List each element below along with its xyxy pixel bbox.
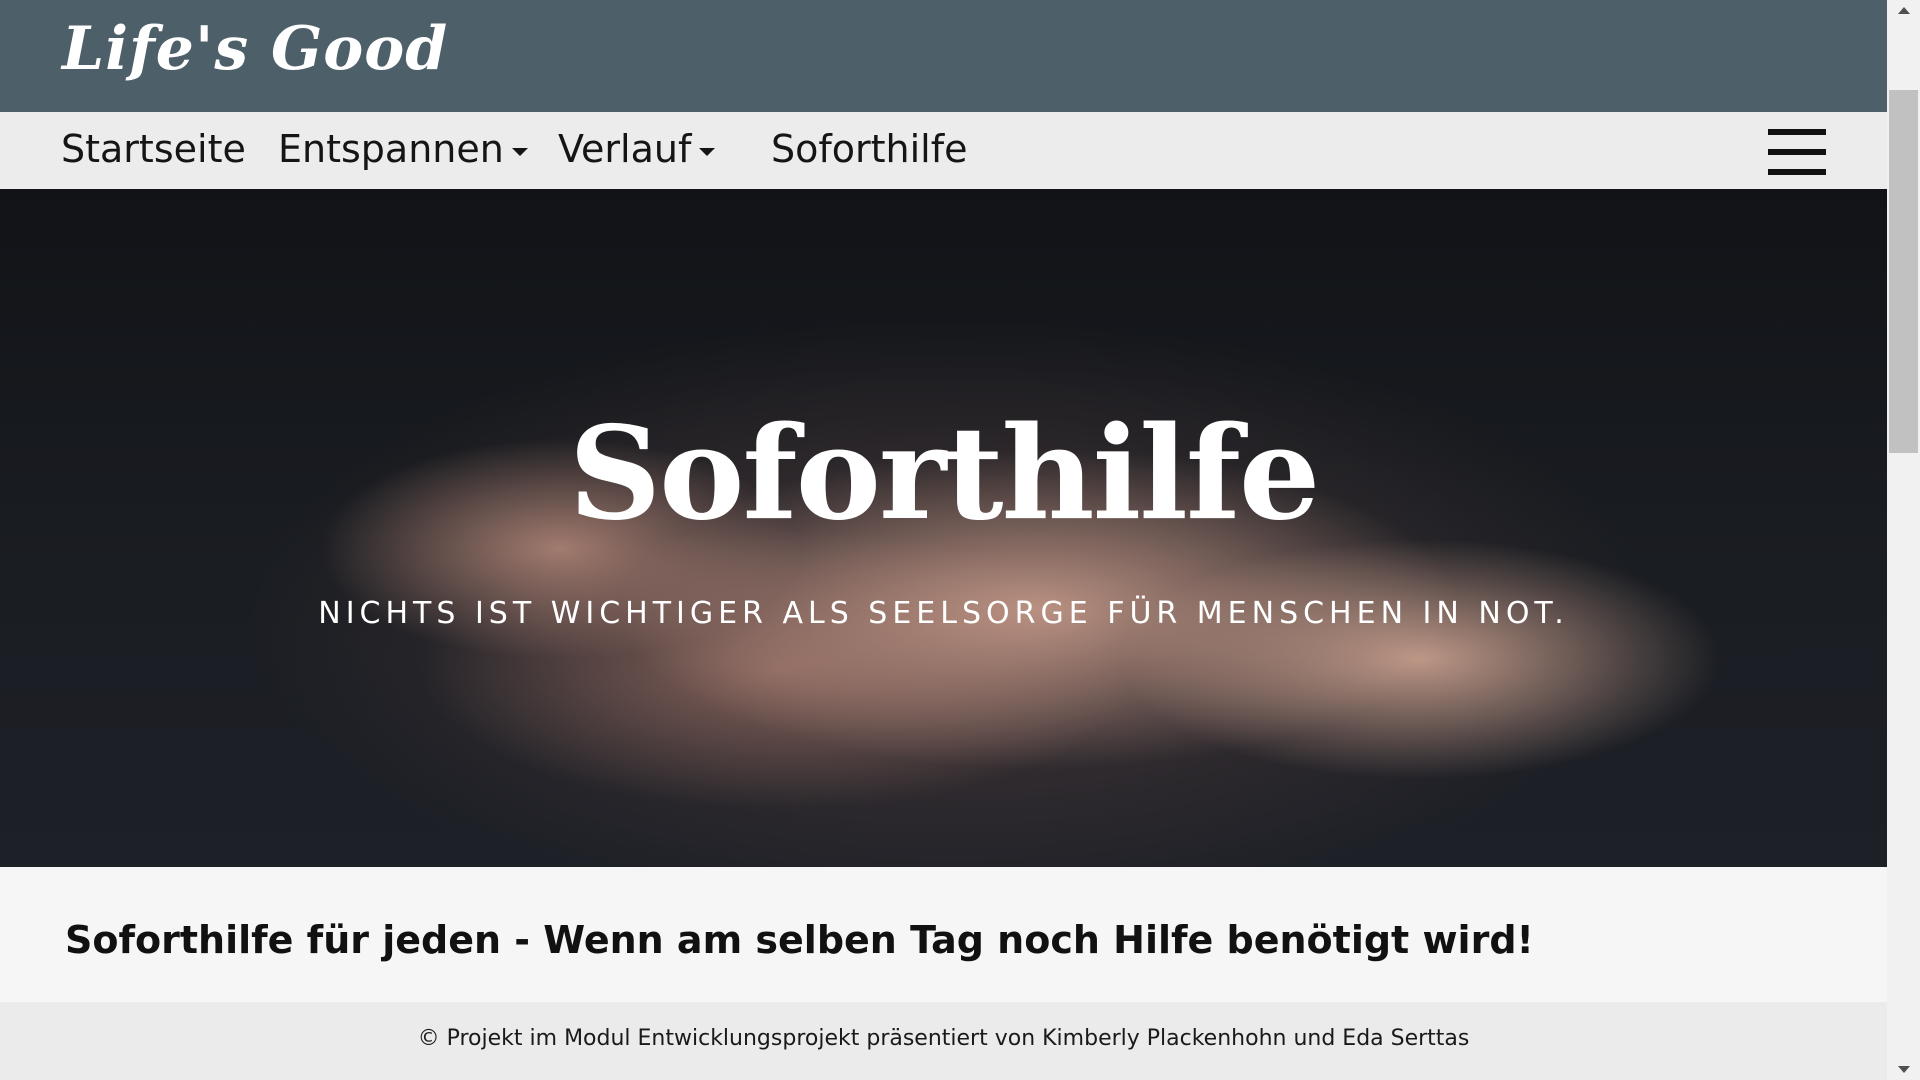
nav-item-verlauf[interactable]: Verlauf (558, 112, 716, 189)
site-logo[interactable]: Life's Good (62, 14, 448, 84)
hamburger-menu-icon[interactable] (1766, 129, 1828, 175)
page: Life's Good Startseite Entspannen Verlau… (0, 0, 1887, 1080)
caret-down-icon (699, 147, 716, 156)
nav-item-soforthilfe[interactable]: Soforthilfe (771, 112, 967, 189)
content-heading: Soforthilfe für jeden - Wenn am selben T… (65, 918, 1534, 962)
menu-bar (1768, 169, 1826, 175)
hero-title: Soforthilfe (568, 399, 1321, 549)
scrollbar-thumb[interactable] (1889, 90, 1918, 453)
menu-bar (1768, 129, 1826, 135)
nav-item-startseite[interactable]: Startseite (61, 112, 246, 189)
nav-item-label: Startseite (61, 127, 246, 171)
nav-item-label: Entspannen (278, 127, 504, 171)
content-section: Soforthilfe für jeden - Wenn am selben T… (0, 867, 1887, 1002)
scroll-up-arrow-icon[interactable] (1887, 0, 1920, 22)
hero-banner: Soforthilfe NICHTS IST WICHTIGER ALS SEE… (0, 189, 1887, 867)
nav-item-entspannen[interactable]: Entspannen (278, 112, 528, 189)
page-footer: © Projekt im Modul Entwicklungsprojekt p… (0, 1002, 1887, 1080)
main-navigation: Startseite Entspannen Verlauf Soforthilf… (0, 112, 1887, 189)
vertical-scrollbar[interactable] (1887, 0, 1920, 1080)
scroll-down-arrow-icon[interactable] (1887, 1058, 1920, 1080)
caret-down-icon (511, 147, 528, 156)
footer-text: © Projekt im Modul Entwicklungsprojekt p… (417, 1026, 1470, 1051)
brand-bar: Life's Good (0, 0, 1887, 112)
nav-item-label: Soforthilfe (771, 127, 968, 171)
hero-subtitle: NICHTS IST WICHTIGER ALS SEELSORGE FÜR M… (318, 596, 1569, 631)
menu-bar (1768, 149, 1826, 155)
nav-item-label: Verlauf (558, 127, 692, 171)
